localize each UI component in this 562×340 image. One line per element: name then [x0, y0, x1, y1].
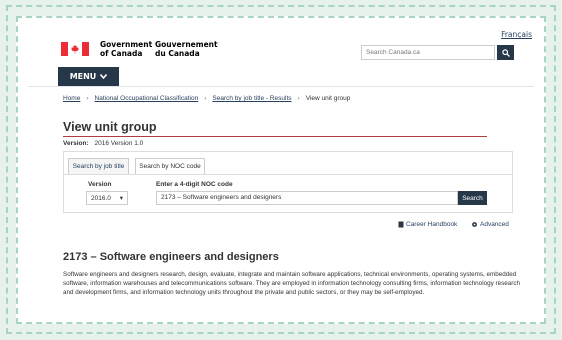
- page-title: View unit group: [63, 120, 157, 134]
- career-handbook-link[interactable]: Career Handbook: [398, 221, 457, 228]
- chevron-down-icon: [100, 74, 108, 79]
- version-line: Version: 2016 Version 1.0: [63, 140, 143, 147]
- menu-label: MENU: [69, 72, 97, 81]
- unit-group-description: Software engineers and designers researc…: [63, 271, 520, 297]
- site-search-input[interactable]: Search Canada.ca: [361, 45, 495, 60]
- breadcrumb-separator: ›: [297, 95, 300, 102]
- signature-french[interactable]: Gouvernement du Canada: [155, 40, 218, 58]
- title-underline: [63, 136, 487, 137]
- career-handbook-label: Career Handbook: [406, 221, 458, 228]
- tab-divider: [63, 174, 513, 175]
- tab-search-by-job-title[interactable]: Search by job title: [68, 158, 129, 175]
- book-icon: [398, 221, 404, 228]
- language-toggle-link[interactable]: Français: [501, 30, 532, 39]
- version-value: 2016 Version 1.0: [94, 140, 144, 147]
- search-icon: [501, 48, 510, 57]
- menu-button[interactable]: MENU: [58, 67, 119, 86]
- version-label: Version:: [63, 140, 89, 147]
- gear-icon: [472, 222, 477, 227]
- menu-divider: [28, 86, 534, 87]
- advanced-search-link[interactable]: Advanced: [471, 221, 509, 228]
- advanced-label: Advanced: [480, 221, 509, 228]
- breadcrumb-noc[interactable]: National Occupational Classification: [95, 95, 199, 102]
- breadcrumb-separator: ›: [86, 95, 89, 102]
- noc-code-input[interactable]: 2173 – Software engineers and designers: [156, 191, 458, 205]
- maple-leaf-icon: [61, 42, 89, 56]
- version-selected: 2016.0: [91, 194, 111, 202]
- version-select[interactable]: 2016.0 ▾: [86, 191, 128, 205]
- breadcrumb-current: View unit group: [305, 95, 351, 102]
- noc-search-button[interactable]: Search: [458, 191, 487, 205]
- signature-english[interactable]: Government of Canada: [100, 40, 152, 58]
- tab-search-by-noc-code[interactable]: Search by NOC code: [135, 158, 205, 175]
- noc-code-label: Enter a 4-digit NOC code: [156, 181, 233, 188]
- unit-group-title: 2173 – Software engineers and designers: [63, 251, 279, 263]
- breadcrumb-home[interactable]: Home: [63, 95, 80, 102]
- breadcrumb-results[interactable]: Search by job title - Results: [212, 95, 291, 102]
- breadcrumb: Home › National Occupational Classificat…: [63, 95, 350, 102]
- select-arrow-icon: ▾: [119, 195, 123, 202]
- site-search-button[interactable]: [497, 45, 514, 60]
- version-select-label: Version: [88, 181, 112, 188]
- page: Français Government of Canada Gouverneme…: [28, 28, 534, 320]
- breadcrumb-separator: ›: [204, 95, 207, 102]
